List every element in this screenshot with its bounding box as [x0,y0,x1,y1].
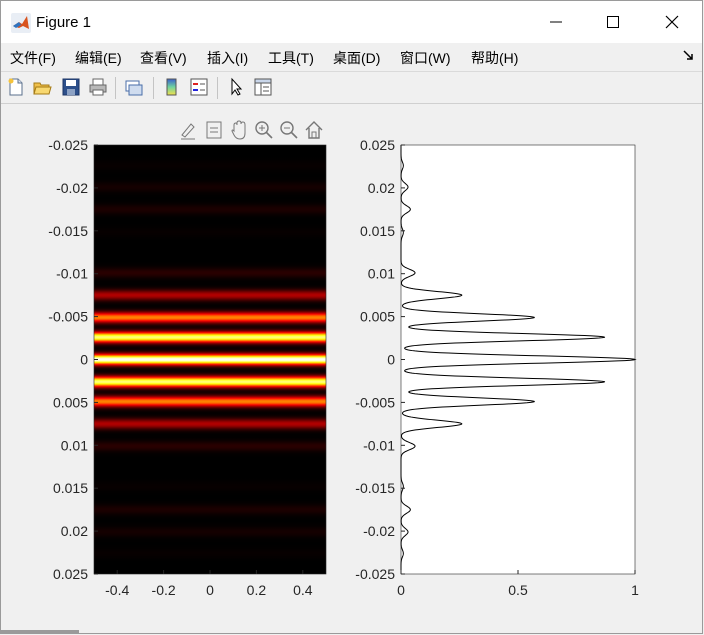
profile-x-tick-label: 1 [631,582,639,598]
figure-window: Figure 1 文件(F) 编辑(E) 查看(V) 插入(I) 工具(T) 桌… [0,0,703,634]
heatmap-x-tick-label: 0.2 [247,582,267,598]
heatmap-y-tick-label: 0.025 [53,566,88,582]
profile-x-tick-label: 0.5 [508,582,528,598]
insert-legend-icon[interactable] [189,77,209,97]
heatmap-y-tick-label: 0.01 [61,437,88,453]
toolbar-separator [217,77,218,99]
profile-y-tick-label: -0.015 [355,480,395,496]
save-icon[interactable] [61,77,81,97]
title-bar[interactable]: Figure 1 [1,1,702,43]
profile-y-tick-label: 0.01 [368,266,395,282]
close-icon [665,15,679,29]
profile-y-tick-label: -0.02 [363,523,395,539]
heatmap-y-tick-label: -0.01 [56,266,88,282]
heatmap-y-tick-label: -0.005 [48,309,88,325]
open-file-icon[interactable] [32,77,52,97]
profile-y-tick-label: 0 [387,352,395,368]
profile-x-tick-label: 0 [397,582,405,598]
menu-insert[interactable]: 插入(I) [207,48,248,68]
status-bar-edge [1,630,79,633]
insert-colorbar-icon[interactable] [162,77,182,97]
figure-canvas: -0.4 -0.2 0 0.2 0.4 -0.025 -0.02 -0.015 -0.01 -0.… [48,137,639,598]
menu-window[interactable]: 窗口(W) [400,48,451,68]
profile-axes-box [400,144,636,575]
heatmap-x-tick-label: 0.4 [293,582,313,598]
new-figure-icon[interactable] [6,77,26,97]
heatmap-y-tick-label: 0.015 [53,480,88,496]
matlab-logo-icon [11,13,31,33]
maximize-icon [607,16,619,28]
heatmap-x-tick-label: -0.2 [152,582,176,598]
print-icon[interactable] [88,77,108,97]
profile-y-tick-label: 0.025 [360,137,395,153]
toolbar-separator [153,77,154,99]
property-inspector-icon[interactable] [253,77,273,97]
maximize-button[interactable] [590,7,636,37]
figure-toolbar [1,71,702,104]
edit-plot-icon[interactable] [226,77,246,97]
profile-y-tick-label: -0.01 [363,437,395,453]
profile-y-tick-label: 0.02 [368,180,395,196]
heatmap-y-tick-label: -0.025 [48,137,88,153]
menu-file[interactable]: 文件(F) [10,48,56,68]
toolbar-separator [115,77,116,99]
heatmap-y-tick-label: -0.015 [48,223,88,239]
profile-y-tick-label: 0.015 [360,223,395,239]
heatmap-x-tick-label: -0.4 [105,582,129,598]
minimize-button[interactable] [533,7,579,37]
profile-y-tick-label: -0.025 [355,566,395,582]
dock-arrow-icon[interactable] [682,49,694,61]
link-plot-icon[interactable] [124,77,144,97]
profile-y-tick-label: -0.005 [355,394,395,410]
close-button[interactable] [649,7,695,37]
profile-y-tick-label: 0.005 [360,309,395,325]
menu-help[interactable]: 帮助(H) [471,48,518,68]
heatmap-image [94,145,326,574]
menu-desktop[interactable]: 桌面(D) [333,48,380,68]
minimize-icon [550,21,562,23]
menu-bar: 文件(F) 编辑(E) 查看(V) 插入(I) 工具(T) 桌面(D) 窗口(W… [1,43,702,71]
heatmap-y-tick-label: 0.005 [53,394,88,410]
window-title: Figure 1 [36,14,92,31]
heatmap-y-tick-label: -0.02 [56,180,88,196]
menu-tools[interactable]: 工具(T) [268,48,314,68]
menu-edit[interactable]: 编辑(E) [75,48,122,68]
heatmap-x-tick-label: 0 [206,582,214,598]
heatmap-y-tick-label: 0 [80,352,88,368]
menu-view[interactable]: 查看(V) [140,48,187,68]
heatmap-y-tick-label: 0.02 [61,523,88,539]
